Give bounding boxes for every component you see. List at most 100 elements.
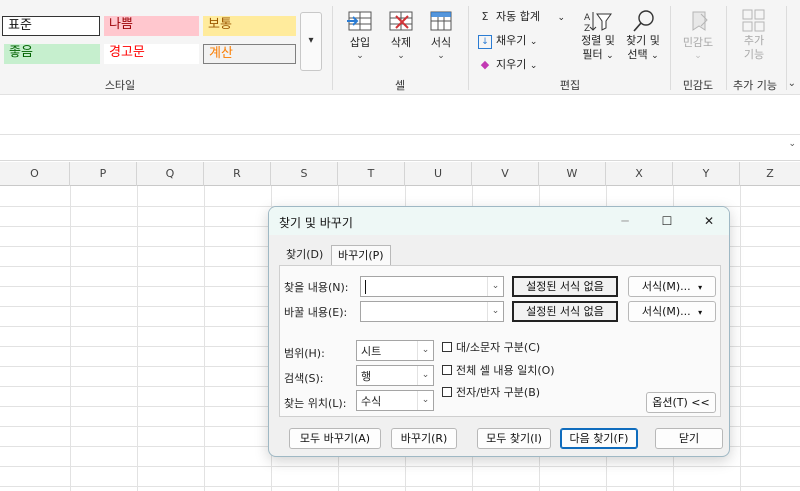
minimize-icon[interactable]: ─	[613, 210, 637, 232]
replace-format-preview: 설정된 서식 없음	[512, 301, 618, 322]
find-what-input[interactable]: ⌄	[360, 276, 504, 297]
excel-window: 표준 나쁨 보통 좋음 경고문 계산 ▾ 스타일 삽입 ⌄ 삭제 ⌄ 서식 ⌄ …	[0, 0, 800, 491]
style-neutral[interactable]: 보통	[203, 16, 296, 36]
column-header-q[interactable]: Q	[137, 162, 204, 186]
chevron-down-icon[interactable]: ⌄	[788, 78, 796, 89]
maximize-icon[interactable]: ☐	[655, 210, 679, 232]
column-headers: O P Q R S T U V W X Y Z	[0, 162, 800, 186]
close-button[interactable]: 닫기	[655, 428, 723, 449]
group-divider	[670, 6, 671, 90]
style-calculation[interactable]: 계산	[203, 44, 296, 64]
caret-down-icon: ▾	[698, 283, 703, 292]
find-select-button[interactable]: 찾기 및 선택 ⌄	[621, 8, 665, 62]
sort-filter-icon: A Z	[584, 12, 612, 34]
chevron-down-icon[interactable]: ⌄	[487, 302, 503, 321]
column-header-r[interactable]: R	[204, 162, 271, 186]
find-next-button[interactable]: 다음 찾기(F)	[560, 428, 638, 449]
addins-label-1: 추가	[743, 34, 765, 47]
column-header-p[interactable]: P	[70, 162, 137, 186]
within-select[interactable]: 시트 ⌄	[356, 340, 434, 361]
chevron-down-icon: ⌄	[651, 51, 659, 61]
dialog-titlebar[interactable]: 찾기 및 바꾸기 ─ ☐ ✕	[269, 207, 729, 235]
styles-group-label: 스타일	[104, 79, 136, 92]
sort-filter-label-2: 필터	[582, 48, 603, 61]
replace-tab-panel: 찾을 내용(N): ⌄ 설정된 서식 없음 서식(M)... ▾ 바꿀 내용(E…	[279, 265, 721, 417]
sensitivity-button[interactable]: 민감도 ⌄	[676, 8, 720, 61]
tab-replace[interactable]: 바꾸기(P)	[331, 245, 391, 266]
match-entire-checkbox[interactable]: 전체 셀 내용 일치(O)	[442, 362, 555, 378]
look-in-label: 찾는 위치(L):	[284, 397, 347, 410]
replace-format-label: 서식(M)...	[641, 305, 691, 318]
autosum-button[interactable]: Σ 자동 합계 ⌄	[478, 8, 566, 26]
group-divider	[468, 6, 469, 90]
column-header-v[interactable]: V	[472, 162, 539, 186]
replace-button[interactable]: 바꾸기(R)	[391, 428, 457, 449]
chevron-down-icon: ⌄	[417, 366, 433, 385]
column-header-s[interactable]: S	[271, 162, 338, 186]
replace-with-input[interactable]: ⌄	[360, 301, 504, 322]
chevron-down-icon[interactable]: ⌄	[487, 277, 503, 296]
delete-label: 삭제	[390, 36, 412, 49]
look-in-select[interactable]: 수식 ⌄	[356, 390, 434, 411]
delete-button[interactable]: 삭제 ⌄	[381, 8, 421, 61]
find-what-label: 찾을 내용(N):	[284, 281, 349, 294]
clear-button[interactable]: ◆ 지우기 ⌄	[478, 56, 538, 74]
fill-button[interactable]: ↓ 채우기 ⌄	[478, 32, 537, 50]
insert-button[interactable]: 삽입 ⌄	[340, 8, 380, 61]
chevron-down-icon: ⌄	[417, 341, 433, 360]
search-label: 검색(S):	[284, 372, 324, 385]
match-byte-checkbox[interactable]: 전자/반자 구분(B)	[442, 384, 540, 400]
style-standard[interactable]: 표준	[2, 16, 100, 36]
chevron-down-icon: ⌄	[694, 51, 702, 61]
style-bad[interactable]: 나쁨	[104, 16, 199, 36]
format-cells-icon	[430, 11, 452, 31]
within-value: 시트	[361, 345, 382, 358]
column-header-y[interactable]: Y	[673, 162, 740, 186]
autosum-label: 자동 합계	[496, 10, 540, 23]
within-label: 범위(H):	[284, 347, 325, 360]
match-entire-label: 전체 셀 내용 일치(O)	[456, 364, 555, 377]
chevron-down-icon: ⌄	[356, 51, 364, 61]
replace-all-button[interactable]: 모두 바꾸기(A)	[289, 428, 381, 449]
find-format-button[interactable]: 서식(M)... ▾	[628, 276, 716, 297]
delete-cells-icon	[389, 11, 413, 31]
checkbox-box	[442, 342, 452, 352]
formula-bar[interactable]: ⌄	[0, 135, 800, 161]
style-warning[interactable]: 경고문	[104, 44, 199, 64]
format-button[interactable]: 서식 ⌄	[422, 8, 460, 61]
look-in-value: 수식	[361, 395, 382, 408]
addins-button[interactable]: 추가 기능	[732, 8, 776, 62]
gallery-more-button[interactable]: ▾	[300, 12, 322, 71]
search-value: 행	[361, 370, 372, 383]
sort-filter-button[interactable]: A Z 정렬 및 필터 ⌄	[576, 8, 620, 62]
style-good[interactable]: 좋음	[4, 44, 100, 64]
column-header-z[interactable]: Z	[740, 162, 800, 186]
column-header-w[interactable]: W	[539, 162, 606, 186]
close-icon[interactable]: ✕	[697, 210, 721, 232]
options-button[interactable]: 옵션(T) <<	[646, 392, 716, 413]
grid-row-line	[0, 486, 800, 487]
replace-with-label: 바꿀 내용(E):	[284, 306, 348, 319]
find-select-label-1: 찾기 및	[626, 34, 660, 47]
caret-down-icon: ▾	[698, 308, 703, 317]
find-all-button[interactable]: 모두 찾기(I)	[477, 428, 551, 449]
checkbox-box	[442, 365, 452, 375]
column-header-u[interactable]: U	[405, 162, 472, 186]
find-format-label: 서식(M)...	[641, 280, 691, 293]
sensitivity-label: 민감도	[682, 36, 714, 49]
addins-group-label: 추가 기능	[733, 79, 777, 92]
column-header-x[interactable]: X	[606, 162, 673, 186]
column-header-t[interactable]: T	[338, 162, 405, 186]
sensitivity-icon	[692, 11, 708, 31]
sigma-icon: Σ	[481, 10, 489, 23]
chevron-down-icon: ⌄	[437, 51, 445, 61]
match-case-checkbox[interactable]: 대/소문자 구분(C)	[442, 339, 540, 355]
chevron-down-icon: ⌄	[529, 37, 538, 47]
tab-find[interactable]: 찾기(D)	[280, 245, 329, 266]
column-header-o[interactable]: O	[0, 162, 70, 186]
replace-format-button[interactable]: 서식(M)... ▾	[628, 301, 716, 322]
fill-label: 채우기	[496, 34, 527, 47]
chevron-down-icon: ⌄	[417, 391, 433, 410]
chevron-down-icon[interactable]: ⌄	[788, 139, 796, 149]
search-select[interactable]: 행 ⌄	[356, 365, 434, 386]
